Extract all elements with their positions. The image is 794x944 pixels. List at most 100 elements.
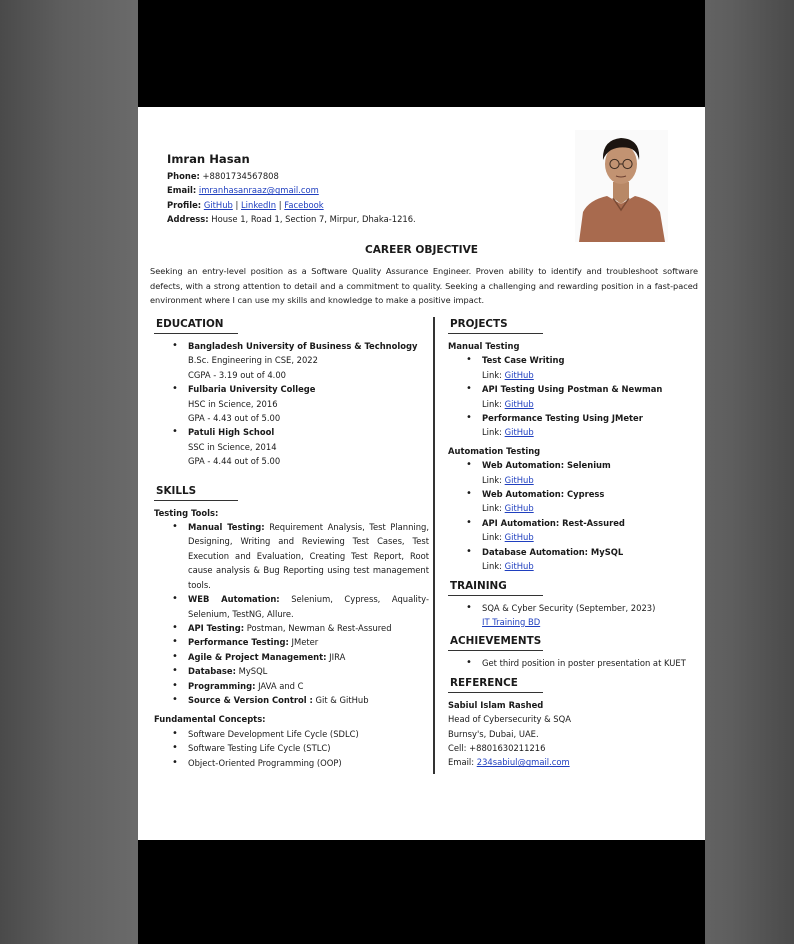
address-line: Address: House 1, Road 1, Section 7, Mir…: [167, 212, 416, 226]
education-item: Fulbaria University College HSC in Scien…: [172, 382, 429, 425]
degree: SSC in Science, 2014: [188, 441, 277, 452]
project-item: Database Automation: MySQL Link: GitHub: [466, 545, 700, 574]
skill-item: Programming: JAVA and C: [172, 679, 429, 694]
profile-separator: |: [278, 199, 282, 210]
portrait-image: [575, 130, 668, 242]
profile-label: Profile:: [167, 199, 202, 210]
skill-item: WEB Automation: Selenium, Cypress, Aqual…: [172, 592, 429, 621]
column-divider: [433, 317, 435, 774]
reference-position: Head of Cybersecurity & SQA: [448, 714, 571, 725]
project-name: Performance Testing Using JMeter: [482, 413, 643, 424]
education-item: Patuli High School SSC in Science, 2014 …: [172, 425, 429, 468]
project-name: API Automation: Rest-Assured: [482, 517, 625, 528]
link-label: Link:: [482, 427, 502, 438]
skill-item: Agile & Project Management: JIRA: [172, 650, 429, 665]
reference-cell: Cell: +8801630211216: [448, 742, 546, 753]
testing-tools-subheading: Testing Tools:: [154, 507, 219, 518]
degree: B.Sc. Engineering in CSE, 2022: [188, 355, 318, 366]
testing-tools-list: Manual Testing: Requirement Analysis, Te…: [172, 520, 429, 708]
skill-value: Git & GitHub: [315, 694, 369, 705]
project-github-link[interactable]: GitHub: [505, 399, 534, 409]
skill-value: JAVA and C: [258, 680, 304, 691]
skill-label: WEB Automation:: [188, 594, 280, 605]
address-value: House 1, Road 1, Section 7, Mirpur, Dhak…: [211, 214, 416, 225]
reference-email-link[interactable]: 234sabiul@gmail.com: [477, 757, 570, 767]
school-name: Fulbaria University College: [188, 384, 316, 395]
contact-header: Imran Hasan Phone: +8801734567808 Email:…: [167, 152, 416, 227]
school-name: Patuli High School: [188, 427, 275, 438]
career-objective-title: CAREER OBJECTIVE: [364, 244, 479, 256]
project-github-link[interactable]: GitHub: [505, 370, 534, 380]
project-name: Test Case Writing: [482, 355, 565, 366]
reference-email-label: Email:: [448, 757, 475, 768]
reference-company: Burnsy's, Dubai, UAE.: [448, 728, 539, 739]
document-viewer: Imran Hasan Phone: +8801734567808 Email:…: [138, 0, 705, 944]
skill-item: Performance Testing: JMeter: [172, 635, 429, 650]
grade: GPA - 4.44 out of 5.00: [188, 456, 281, 467]
skill-item: API Testing: Postman, Newman & Rest-Assu…: [172, 621, 429, 636]
skill-item: Manual Testing: Requirement Analysis, Te…: [172, 520, 429, 592]
concept-item: Software Testing Life Cycle (STLC): [172, 741, 429, 756]
grade: GPA - 4.43 out of 5.00: [188, 413, 281, 424]
skill-item: Source & Version Control : Git & GitHub: [172, 693, 429, 708]
skill-value: JIRA: [329, 651, 346, 662]
profile-separator: |: [235, 199, 239, 210]
skill-label: Manual Testing:: [188, 522, 265, 533]
project-item: Test Case Writing Link: GitHub: [466, 353, 700, 382]
link-label: Link:: [482, 561, 502, 572]
linkedin-profile-link[interactable]: LinkedIn: [241, 200, 276, 210]
project-item: Web Automation: Selenium Link: GitHub: [466, 458, 700, 487]
training-heading: TRAINING: [448, 579, 543, 596]
skill-label: Database:: [188, 666, 236, 677]
github-profile-link[interactable]: GitHub: [204, 200, 233, 210]
career-objective-text: Seeking an entry-level position as a Sof…: [150, 266, 698, 305]
school-name: Bangladesh University of Business & Tech…: [188, 341, 418, 351]
skill-label: Performance Testing:: [188, 637, 289, 648]
education-list: Bangladesh University of Business & Tech…: [172, 339, 429, 469]
candidate-name: Imran Hasan: [167, 152, 250, 166]
skill-value: JMeter: [291, 637, 319, 648]
skill-value: Requirement Analysis, Test Planning, Des…: [188, 522, 429, 590]
skill-value: MySQL: [238, 666, 268, 677]
address-label: Address:: [167, 214, 209, 225]
fundamental-concepts-list: Software Development Life Cycle (SDLC) S…: [172, 727, 429, 771]
skill-value: Postman, Newman & Rest-Assured: [246, 622, 392, 633]
education-heading: EDUCATION: [154, 317, 238, 334]
link-label: Link:: [482, 398, 502, 409]
achievements-list: Get third position in poster presentatio…: [466, 656, 700, 671]
email-label: Email:: [167, 185, 197, 196]
project-github-link[interactable]: GitHub: [505, 503, 534, 513]
project-item: API Automation: Rest-Assured Link: GitHu…: [466, 516, 700, 545]
project-name: Web Automation: Selenium: [482, 460, 611, 471]
degree: HSC in Science, 2016: [188, 398, 278, 409]
link-label: Link:: [482, 369, 502, 380]
concept-item: Software Development Life Cycle (SDLC): [172, 727, 429, 742]
training-provider-link[interactable]: IT Training BD: [482, 615, 700, 629]
fundamental-concepts-subheading: Fundamental Concepts:: [154, 714, 266, 725]
project-github-link[interactable]: GitHub: [505, 475, 534, 485]
project-name: API Testing Using Postman & Newman: [482, 384, 663, 395]
manual-projects-list: Test Case Writing Link: GitHub API Testi…: [466, 353, 700, 439]
training-name: SQA & Cyber Security (September, 2023): [482, 602, 656, 613]
project-github-link[interactable]: GitHub: [505, 561, 534, 571]
email-line: Email: imranhasanraaz@gmail.com: [167, 183, 416, 197]
training-item: SQA & Cyber Security (September, 2023) I…: [466, 601, 700, 630]
reference-email-line: Email: 234sabiul@gmail.com: [448, 755, 700, 769]
skills-heading: SKILLS: [154, 484, 238, 501]
email-link[interactable]: imranhasanraaz@gmail.com: [199, 185, 319, 195]
profile-line: Profile: GitHub | LinkedIn | Facebook: [167, 198, 416, 212]
reference-heading: REFERENCE: [448, 676, 543, 693]
project-name: Web Automation: Cypress: [482, 489, 605, 500]
project-github-link[interactable]: GitHub: [505, 427, 534, 437]
project-github-link[interactable]: GitHub: [505, 532, 534, 542]
facebook-profile-link[interactable]: Facebook: [284, 200, 323, 210]
skill-item: Database: MySQL: [172, 664, 429, 679]
manual-testing-subheading: Manual Testing: [448, 341, 520, 351]
left-column: EDUCATION Bangladesh University of Busin…: [154, 317, 429, 770]
grade: CGPA - 3.19 out of 4.00: [188, 369, 286, 380]
skill-label: Source & Version Control :: [188, 694, 313, 705]
project-item: Web Automation: Cypress Link: GitHub: [466, 487, 700, 516]
projects-heading: PROJECTS: [448, 317, 543, 334]
phone-value: +8801734567808: [202, 171, 279, 181]
reference-name: Sabiul Islam Rashed: [448, 699, 544, 710]
